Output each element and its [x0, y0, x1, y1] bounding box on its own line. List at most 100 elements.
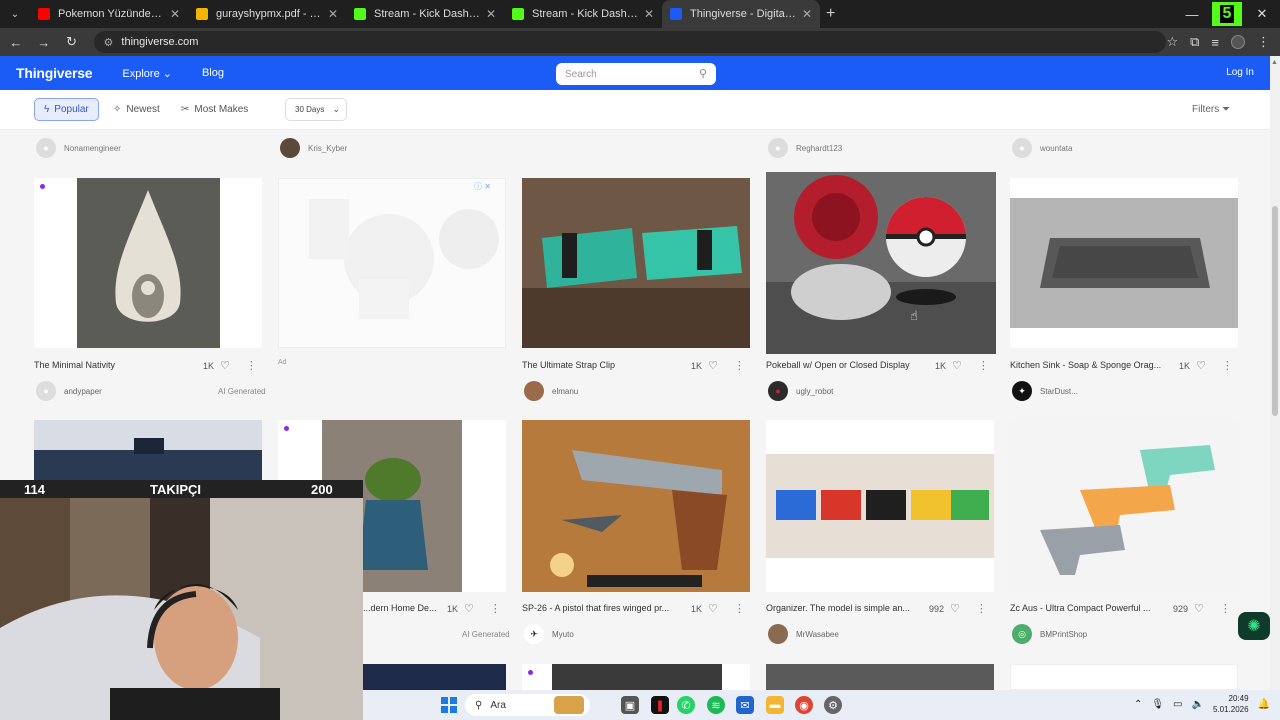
minimize-button[interactable]: —: [1180, 7, 1204, 22]
mail-icon[interactable]: ✉: [736, 696, 754, 714]
thing-image-strap-clip[interactable]: [522, 178, 750, 348]
more-icon[interactable]: ⋮: [246, 359, 257, 372]
extensions-icon[interactable]: ⧉: [1190, 34, 1199, 50]
bookmark-star-icon[interactable]: ☆: [1166, 34, 1178, 50]
creator-link[interactable]: ● Reghardt123: [768, 138, 842, 158]
back-icon[interactable]: ←: [4, 35, 28, 50]
creator-link[interactable]: ● ugly_robot: [768, 381, 833, 401]
page-scrollbar[interactable]: ▲: [1270, 56, 1280, 690]
scrollbar-thumb[interactable]: [1272, 206, 1278, 416]
more-icon[interactable]: ⋮: [976, 602, 987, 615]
thing-image-pistol[interactable]: [522, 420, 750, 592]
thing-image-pokeball[interactable]: ☝: [766, 172, 996, 354]
heart-icon[interactable]: ♡: [1196, 359, 1206, 372]
more-icon[interactable]: ⋮: [978, 359, 989, 372]
filters-button[interactable]: Filters ⏷: [1192, 104, 1230, 115]
heart-icon[interactable]: ♡: [708, 602, 718, 615]
creator-link[interactable]: elmanu: [524, 381, 578, 401]
thing-image-partial[interactable]: [766, 664, 994, 690]
thing-title[interactable]: The Ultimate Strap Clip: [522, 360, 682, 370]
network-icon[interactable]: ▭: [1173, 699, 1182, 710]
whatsapp-icon[interactable]: ✆: [677, 696, 695, 714]
like-button[interactable]: 1K ♡ ⋮: [691, 602, 745, 615]
like-button[interactable]: 1K ♡ ⋮: [203, 359, 257, 372]
thing-title[interactable]: The Minimal Nativity: [34, 360, 194, 370]
heart-icon[interactable]: ♡: [220, 359, 230, 372]
profile-avatar[interactable]: [1231, 35, 1245, 49]
thing-image-zc-aus[interactable]: [1010, 420, 1238, 592]
site-info-icon[interactable]: ⚙: [104, 36, 114, 49]
more-icon[interactable]: ⋮: [734, 602, 745, 615]
creator-link[interactable]: ✦ StarDust...: [1012, 381, 1078, 401]
like-button[interactable]: 1K ♡ ⋮: [935, 359, 989, 372]
time-range-select[interactable]: 30 Days ⌄: [285, 98, 347, 121]
taskbar-search[interactable]: ⚲ Ara: [465, 694, 590, 716]
thing-title[interactable]: Zc Aus - Ultra Compact Powerful ...: [1010, 603, 1170, 613]
heart-icon[interactable]: ♡: [708, 359, 718, 372]
close-tab-icon[interactable]: ✕: [486, 7, 496, 21]
url-field[interactable]: ⚙ thingiverse.com: [93, 31, 1167, 53]
thing-title[interactable]: Organizer. The model is simple an...: [766, 603, 926, 613]
blog-link[interactable]: Blog: [202, 67, 224, 79]
login-link[interactable]: Log In: [1226, 67, 1254, 78]
like-button[interactable]: 992 ♡ ⋮: [929, 602, 987, 615]
more-icon[interactable]: ⋮: [734, 359, 745, 372]
heart-icon[interactable]: ♡: [464, 602, 474, 615]
browser-tab-4[interactable]: Stream - Kick Dashboard ✕: [504, 0, 662, 28]
heart-icon[interactable]: ♡: [950, 602, 960, 615]
more-icon[interactable]: ⋮: [1220, 602, 1231, 615]
creator-link[interactable]: ● andypaper: [36, 381, 102, 401]
creator-link[interactable]: ● wountata: [1012, 138, 1072, 158]
creator-link[interactable]: MrWasabee: [768, 624, 839, 644]
like-button[interactable]: 1K ♡ ⋮: [691, 359, 745, 372]
thing-title[interactable]: Kitchen Sink - Soap & Sponge Orag...: [1010, 360, 1170, 370]
creator-link[interactable]: Kris_Kyber: [280, 138, 347, 158]
forward-icon[interactable]: →: [32, 35, 56, 50]
explore-menu[interactable]: Explore ⌄: [122, 67, 172, 80]
thing-image-partial[interactable]: [522, 664, 750, 690]
thing-image-partial[interactable]: [1010, 664, 1238, 690]
thing-image-minimal-nativity[interactable]: [34, 178, 262, 348]
notifications-icon[interactable]: 🔔: [1258, 699, 1270, 710]
creator-link[interactable]: ◎ BMPrintShop: [1012, 624, 1087, 644]
thing-title[interactable]: Pokeball w/ Open or Closed Display: [766, 360, 928, 370]
browser-tab-2[interactable]: gurayshypmx.pdf - Google Driv ✕: [188, 0, 346, 28]
close-tab-icon[interactable]: ✕: [644, 7, 654, 21]
start-button[interactable]: [441, 697, 457, 713]
new-tab-button[interactable]: +: [826, 5, 835, 23]
chrome-icon[interactable]: ◉: [795, 696, 813, 714]
thing-title[interactable]: SP-26 - A pistol that fires winged pr...: [522, 603, 682, 613]
more-icon[interactable]: ⋮: [1222, 359, 1233, 372]
browser-tab-3[interactable]: Stream - Kick Dashboard ✕: [346, 0, 504, 28]
tab-search-button[interactable]: ⌄: [0, 0, 30, 28]
filter-newest[interactable]: ✧ Newest: [104, 98, 169, 121]
heart-icon[interactable]: ♡: [1194, 602, 1204, 615]
search-icon[interactable]: ⚲: [699, 67, 707, 80]
clock[interactable]: 20:49 5.01.2026: [1213, 693, 1249, 715]
like-button[interactable]: 929 ♡ ⋮: [1173, 602, 1231, 615]
spotify-icon[interactable]: ≋: [707, 696, 725, 714]
file-explorer-icon[interactable]: ▬: [766, 696, 784, 714]
chevron-up-icon[interactable]: ⌃: [1134, 699, 1142, 710]
volume-icon[interactable]: 🔈: [1192, 699, 1204, 710]
settings-icon[interactable]: ⚙: [824, 696, 842, 714]
like-button[interactable]: 1K ♡ ⋮: [447, 602, 501, 615]
reload-icon[interactable]: ↻: [60, 34, 84, 50]
more-icon[interactable]: ⋮: [490, 602, 501, 615]
site-logo[interactable]: Thingiverse: [16, 65, 93, 81]
close-tab-icon[interactable]: ✕: [328, 7, 338, 21]
assistant-button[interactable]: ✺: [1238, 612, 1270, 640]
task-view-icon[interactable]: ▣: [621, 696, 639, 714]
close-tab-icon[interactable]: ✕: [802, 7, 812, 21]
filter-popular[interactable]: ϟ Popular: [34, 98, 99, 121]
browser-tab-5[interactable]: Thingiverse - Digital Designs fo ✕: [662, 0, 820, 28]
like-button[interactable]: 1K ♡ ⋮: [1179, 359, 1233, 372]
creator-link[interactable]: ● Nonamengineer: [36, 138, 121, 158]
thing-image-organizer[interactable]: [766, 420, 994, 592]
heart-icon[interactable]: ♡: [952, 359, 962, 372]
close-window-button[interactable]: ✕: [1250, 6, 1274, 22]
browser-tab-1[interactable]: Pokemon Yüzünden EVİMİ POL ✕: [30, 0, 188, 28]
app-icon[interactable]: ❚: [651, 696, 669, 714]
close-tab-icon[interactable]: ✕: [170, 7, 180, 21]
reading-list-icon[interactable]: ≡: [1211, 35, 1219, 50]
